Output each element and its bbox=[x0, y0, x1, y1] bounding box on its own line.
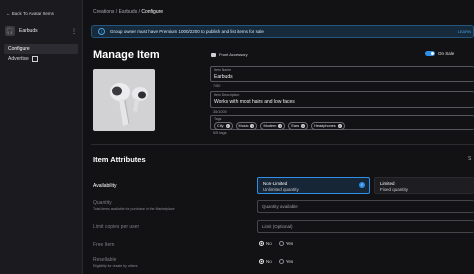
option-subtitle: Unlimited quantity bbox=[263, 187, 299, 192]
resellable-yes-radio[interactable] bbox=[278, 259, 284, 264]
resellable-no-label: No bbox=[266, 259, 272, 264]
external-link-icon bbox=[32, 55, 39, 62]
name-char-counter: 7/50 bbox=[213, 84, 221, 88]
resellable-sublabel: Eligibility for resale by others bbox=[93, 264, 138, 268]
option-title: Limited bbox=[380, 181, 395, 186]
item-name-label: Item Name bbox=[214, 68, 232, 72]
tag-chip: Ears × bbox=[288, 122, 309, 130]
toggle-switch[interactable] bbox=[425, 51, 435, 56]
section-divider bbox=[91, 144, 474, 145]
page-title: Manage Item bbox=[93, 49, 160, 61]
sidebar-item-label: Configure bbox=[8, 46, 30, 52]
free-yes-radio[interactable] bbox=[278, 241, 284, 246]
tag-chip: Headphones × bbox=[311, 122, 345, 130]
close-icon[interactable]: × bbox=[301, 124, 306, 128]
item-name: Earbuds bbox=[19, 28, 38, 34]
resellable-yes-label: Yes bbox=[285, 259, 294, 264]
limit-label: Limit copies per user bbox=[93, 224, 140, 230]
description-char-counter: 35/1000 bbox=[213, 110, 227, 114]
quantity-input[interactable]: Quantity available bbox=[257, 200, 474, 213]
free-no-label: No bbox=[266, 241, 272, 246]
sidebar-item-label: Advertise bbox=[8, 56, 29, 62]
check-icon: ✓ bbox=[359, 182, 365, 188]
info-icon: i bbox=[98, 28, 105, 35]
breadcrumb: Creations / Earbuds / Configure bbox=[93, 9, 163, 15]
back-link[interactable]: ← Back To Avatar Items bbox=[6, 11, 54, 16]
earbuds-image bbox=[110, 83, 148, 126]
tags-label: Tags bbox=[214, 117, 222, 121]
option-title: Non-Limited bbox=[263, 181, 288, 186]
close-icon[interactable]: × bbox=[278, 124, 283, 128]
breadcrumb-separator: / bbox=[115, 9, 118, 15]
item-description-value: Works with most hairs and low faces bbox=[214, 99, 295, 105]
limit-input[interactable]: Limit (Optional) bbox=[257, 220, 474, 233]
breadcrumb-creations[interactable]: Creations bbox=[93, 9, 114, 15]
tag-label: Modern bbox=[263, 124, 277, 128]
tag-label: Headphones bbox=[314, 124, 336, 128]
breadcrumb-earbuds[interactable]: Earbuds bbox=[119, 9, 138, 15]
tags-counter: 5/5 tags bbox=[213, 131, 227, 135]
tag-list: City × Music × Modern × Ears × Headphones × bbox=[214, 122, 348, 130]
option-subtitle: Fixed quantity bbox=[380, 187, 409, 192]
resellable-no-radio[interactable] bbox=[259, 259, 264, 264]
availability-option-limited[interactable]: Limited Fixed quantity bbox=[374, 177, 474, 194]
tag-label: Music bbox=[238, 124, 249, 128]
asset-type-badge: Front Accessory bbox=[211, 52, 248, 57]
back-label: Back To Avatar Items bbox=[11, 11, 54, 16]
item-header: 🎧 Earbuds ⋮ bbox=[5, 25, 77, 37]
quantity-label: Quantity bbox=[93, 200, 112, 206]
tag-chip: Modern × bbox=[260, 122, 286, 130]
item-name-value: Earbuds bbox=[214, 74, 233, 80]
item-thumbnail: 🎧 bbox=[5, 26, 15, 36]
item-preview-image bbox=[93, 69, 155, 131]
free-item-label: Free Item bbox=[93, 242, 115, 248]
sidebar-item-configure[interactable]: Configure bbox=[4, 44, 78, 54]
on-sale-toggle[interactable]: On Sale bbox=[425, 51, 454, 56]
sidebar: ← Back To Avatar Items 🎧 Earbuds ⋮ Confi… bbox=[0, 0, 83, 274]
tag-chip: Music × bbox=[235, 122, 258, 130]
tag-label: City bbox=[217, 124, 224, 128]
quantity-sublabel: Total items available for purchase in th… bbox=[93, 207, 175, 211]
free-no-radio[interactable] bbox=[259, 241, 264, 246]
item-description-field[interactable]: Item Description Works with most hairs a… bbox=[210, 91, 474, 108]
asset-type-label: Front Accessory bbox=[219, 52, 248, 57]
sidebar-item-advertise[interactable]: Advertise bbox=[4, 54, 78, 64]
item-attributes-heading: Item Attributes bbox=[93, 155, 146, 164]
availability-label: Availability bbox=[93, 183, 117, 189]
close-icon[interactable]: × bbox=[225, 124, 230, 128]
free-yes-label: Yes bbox=[285, 241, 294, 246]
close-icon[interactable]: × bbox=[337, 124, 342, 128]
breadcrumb-configure: Configure bbox=[141, 9, 164, 15]
tag-chip: City × bbox=[214, 122, 233, 130]
availability-option-non-limited[interactable]: Non-Limited Unlimited quantity ✓ bbox=[257, 177, 370, 194]
free-item-radio-group: No Yes bbox=[259, 241, 293, 246]
breadcrumb-separator: / bbox=[138, 9, 140, 15]
tag-label: Ears bbox=[291, 124, 300, 128]
limit-placeholder: Limit (Optional) bbox=[262, 224, 293, 229]
resellable-radio-group: No Yes bbox=[259, 259, 293, 264]
on-sale-label: On Sale bbox=[438, 51, 455, 56]
clipped-text: S bbox=[468, 156, 472, 162]
more-vertical-icon[interactable]: ⋮ bbox=[71, 28, 77, 35]
banner-text: Group owner must have Premium 1000/2200 … bbox=[110, 29, 264, 34]
item-description-label: Item Description bbox=[214, 93, 240, 97]
premium-banner: i Group owner must have Premium 1000/220… bbox=[91, 25, 474, 38]
learn-more-link[interactable]: LEARN bbox=[458, 29, 471, 34]
close-icon[interactable]: × bbox=[250, 124, 255, 128]
item-name-field[interactable]: Item Name Earbuds bbox=[210, 66, 474, 82]
tags-field[interactable]: Tags City × Music × Modern × Ears × Headphon… bbox=[210, 115, 474, 130]
resellable-label: Resellable bbox=[93, 257, 117, 263]
accessory-icon bbox=[211, 52, 216, 57]
quantity-placeholder: Quantity available bbox=[262, 204, 298, 209]
